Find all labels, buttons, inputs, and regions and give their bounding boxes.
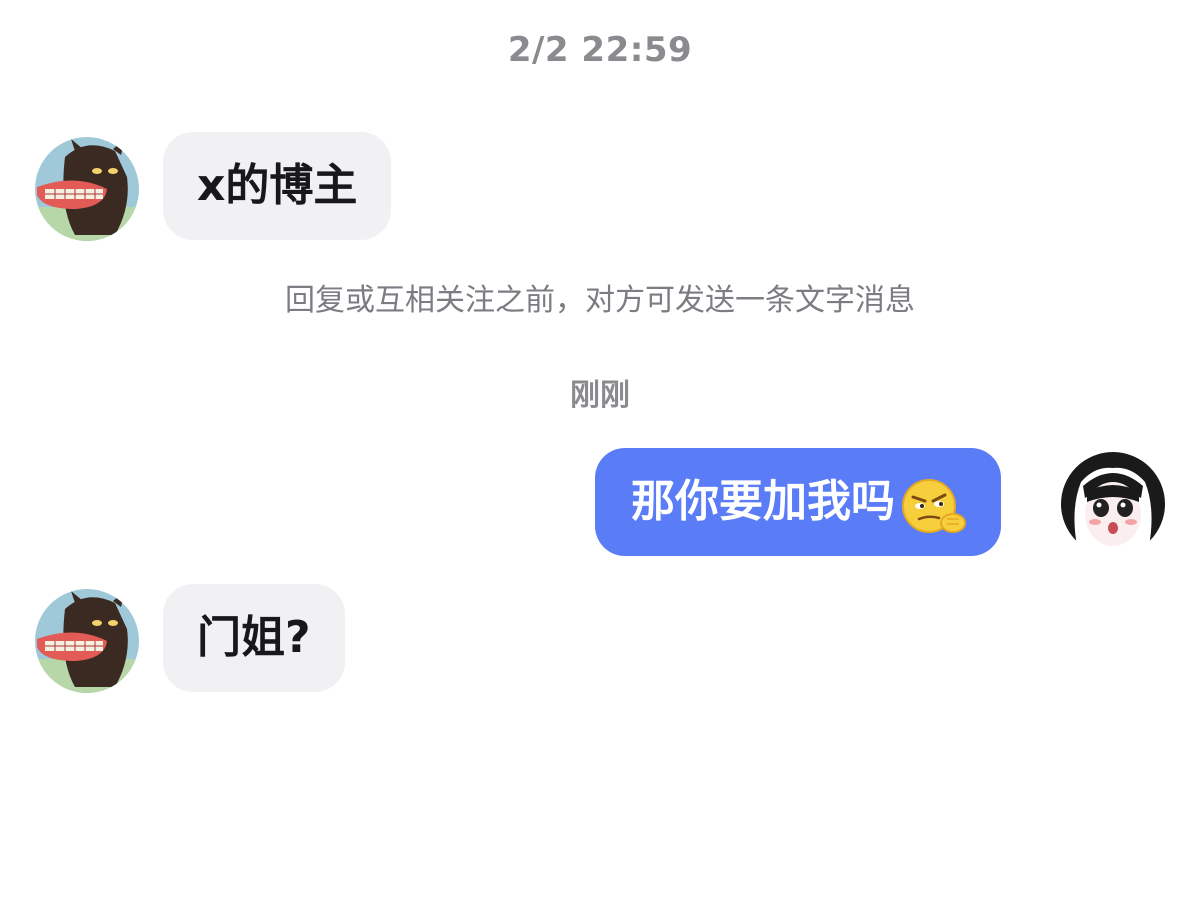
- smirk-thinking-emoji-icon: [899, 469, 969, 533]
- message-text: 那你要加我吗: [631, 476, 895, 527]
- other-user-avatar[interactable]: [35, 589, 139, 693]
- message-bubble-incoming[interactable]: x的博主: [163, 132, 392, 240]
- timestamp-recent: 刚刚: [570, 378, 630, 413]
- system-notice: 回复或互相关注之前，对方可发送一条文字消息: [285, 283, 915, 318]
- message-bubble-incoming[interactable]: 门姐?: [163, 584, 345, 692]
- timestamp-top: 2/2 22:59: [507, 30, 693, 70]
- self-avatar[interactable]: [1061, 452, 1165, 556]
- message-bubble-outgoing[interactable]: 那你要加我吗: [595, 448, 1001, 556]
- other-user-avatar[interactable]: [35, 137, 139, 241]
